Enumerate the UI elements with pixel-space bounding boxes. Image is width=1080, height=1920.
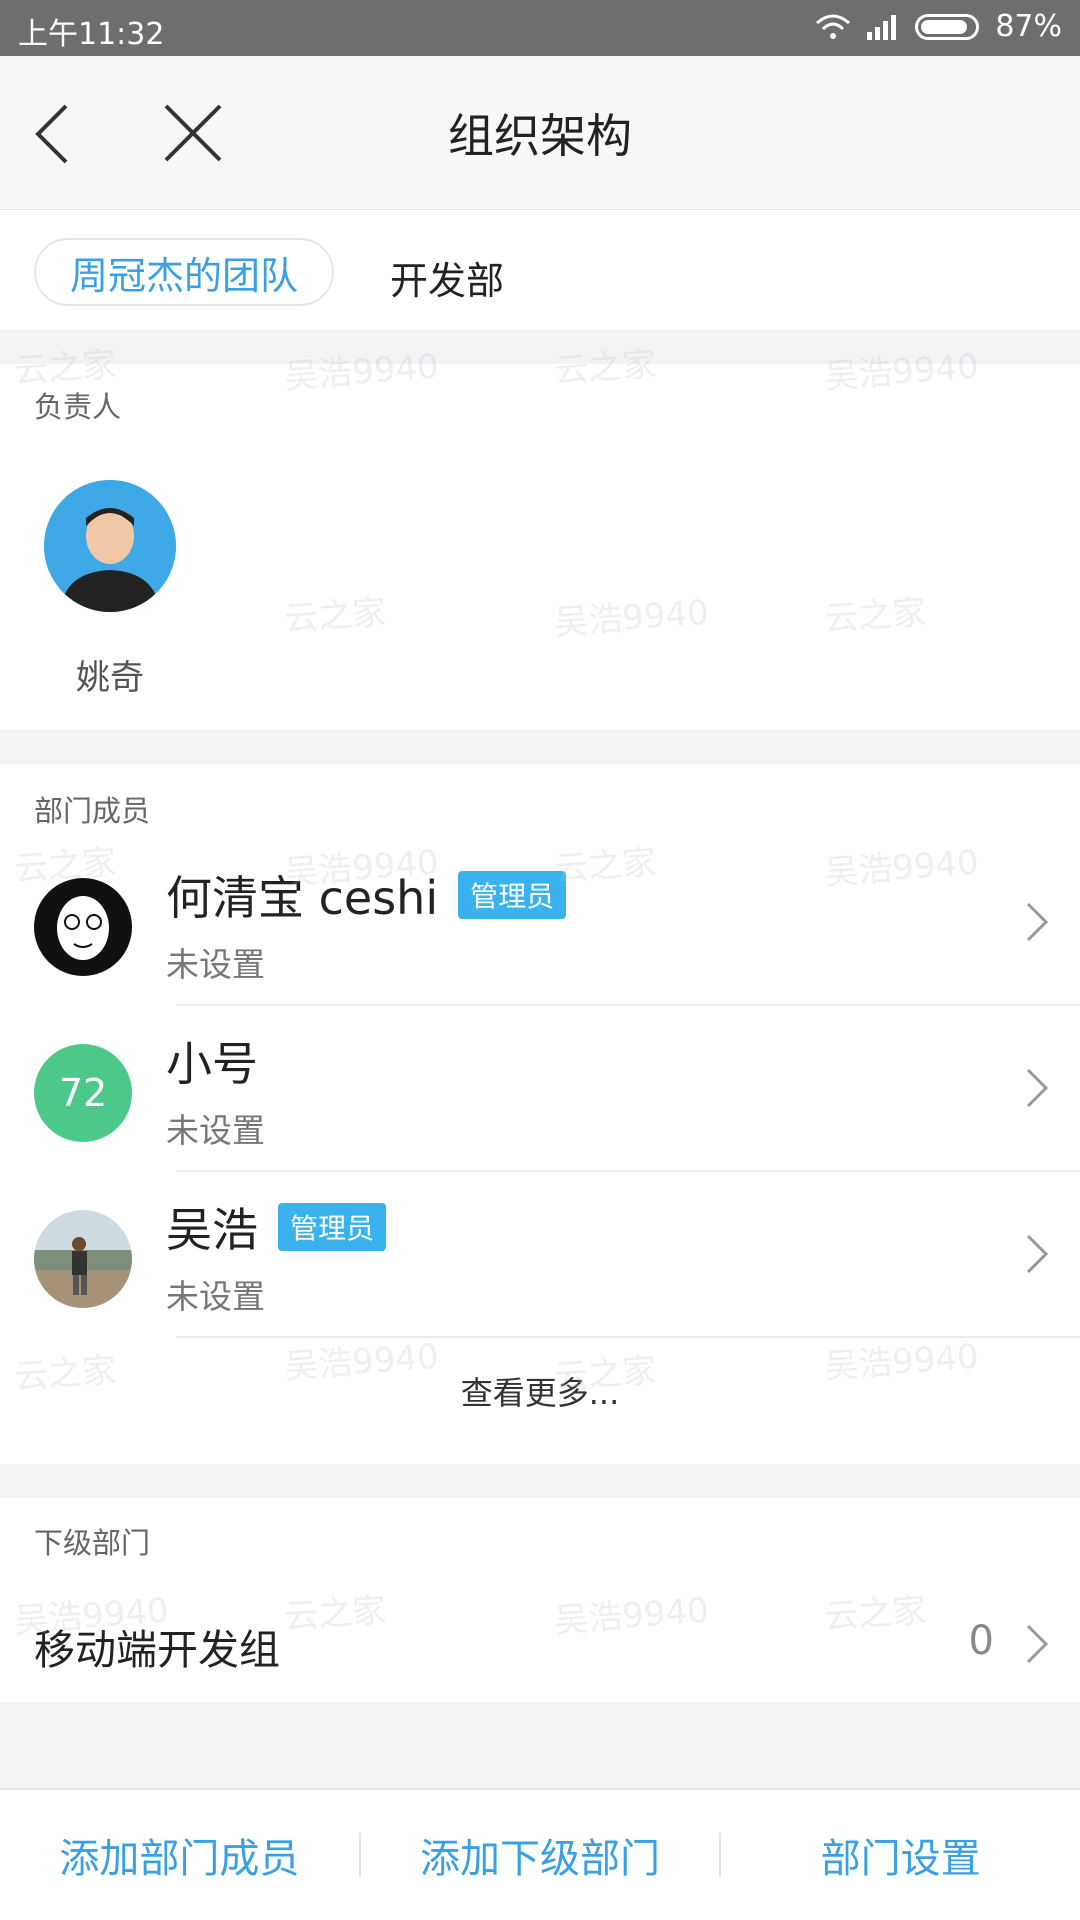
view-more-link[interactable]: 查看更多... (0, 1368, 1080, 1414)
signal-icon (867, 14, 897, 40)
sub-dept-count: 0 (968, 1618, 994, 1664)
status-bar: 上午11:32 87% (0, 0, 1080, 56)
chevron-right-icon (1026, 1624, 1049, 1664)
dept-settings-button[interactable]: 部门设置 (721, 1826, 1080, 1884)
status-icons: 87% (815, 9, 1062, 44)
owner-section-label: 负责人 (34, 390, 122, 424)
battery-icon (915, 13, 980, 40)
person-icon (44, 480, 176, 612)
page-title: 组织架构 (448, 109, 632, 163)
chevron-right-icon (1026, 1234, 1049, 1274)
members-section: 部门成员 何清宝 ceshi 管理员 未设置 72 小号 未设置 吴浩 管理员 … (0, 764, 1080, 1464)
add-member-button[interactable]: 添加部门成员 (0, 1826, 359, 1884)
sub-dept-section: 下级部门 移动端开发组 0 (0, 1498, 1080, 1702)
breadcrumb-current: 开发部 (390, 259, 505, 303)
wifi-icon (816, 14, 851, 39)
breadcrumb-root[interactable]: 周冠杰的团队 (34, 238, 334, 306)
member-subtitle: 未设置 (166, 1111, 265, 1150)
admin-badge: 管理员 (458, 871, 567, 919)
breadcrumb: 周冠杰的团队 开发部 (0, 210, 1080, 330)
member-name: 吴浩 管理员 (166, 1194, 387, 1260)
bottom-action-bar: 添加部门成员 添加下级部门 部门设置 (0, 1788, 1080, 1920)
person-sketch-icon (34, 878, 132, 976)
photo-icon (34, 1210, 132, 1308)
owner-name: 姚奇 (76, 658, 144, 698)
chevron-right-icon (1026, 1068, 1049, 1108)
member-name: 小号 (166, 1037, 258, 1091)
member-row[interactable]: 吴浩 管理员 未设置 (0, 1172, 1080, 1338)
member-row[interactable]: 72 小号 未设置 (0, 1006, 1080, 1172)
member-subtitle: 未设置 (166, 945, 265, 984)
sub-dept-section-label: 下级部门 (34, 1526, 151, 1560)
divider (176, 1336, 1080, 1338)
chevron-right-icon (1026, 902, 1049, 942)
member-row[interactable]: 何清宝 ceshi 管理员 未设置 (0, 840, 1080, 1006)
add-sub-dept-button[interactable]: 添加下级部门 (361, 1826, 720, 1884)
status-time: 上午11:32 (18, 17, 165, 52)
battery-percent: 87% (995, 9, 1062, 44)
avatar: 72 (34, 1044, 132, 1142)
member-name: 何清宝 ceshi 管理员 (166, 862, 567, 928)
member-subtitle: 未设置 (166, 1277, 265, 1316)
avatar (34, 878, 132, 976)
nav-bar: 组织架构 (0, 56, 1080, 210)
members-section-label: 部门成员 (34, 794, 151, 828)
owner-section: 负责人 姚奇 (0, 364, 1080, 730)
avatar[interactable] (44, 480, 176, 612)
admin-badge: 管理员 (278, 1203, 387, 1251)
avatar (34, 1210, 132, 1308)
sub-dept-name: 移动端开发组 (34, 1626, 280, 1674)
